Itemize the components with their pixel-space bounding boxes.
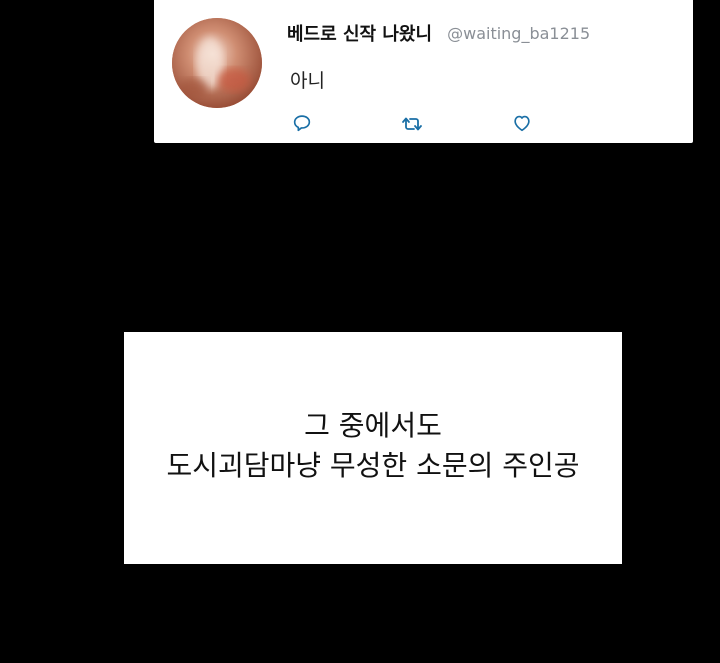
caption-text: 그 중에서도 도시괴담마냥 무성한 소문의 주인공 (124, 406, 622, 486)
reply-icon (293, 115, 311, 132)
tweet-card: 베드로 신작 나왔니 @waiting_ba1215 아니 (154, 0, 693, 143)
retweet-button[interactable] (400, 112, 424, 136)
display-name[interactable]: 베드로 신작 나왔니 (287, 24, 432, 45)
caption-line-1: 그 중에서도 (304, 409, 442, 442)
avatar[interactable] (172, 18, 262, 108)
tweet-header: 베드로 신작 나왔니 @waiting_ba1215 (287, 20, 590, 46)
caption-line-2: 도시괴담마냥 무성한 소문의 주인공 (166, 449, 580, 482)
heart-icon (514, 115, 530, 132)
reply-button[interactable] (291, 112, 315, 136)
user-handle[interactable]: @waiting_ba1215 (447, 24, 590, 43)
like-button[interactable] (511, 112, 535, 136)
retweet-icon (402, 117, 422, 131)
avatar-image (172, 18, 262, 108)
caption-box: 그 중에서도 도시괴담마냥 무성한 소문의 주인공 (124, 332, 622, 564)
tweet-text: 아니 (290, 70, 325, 92)
